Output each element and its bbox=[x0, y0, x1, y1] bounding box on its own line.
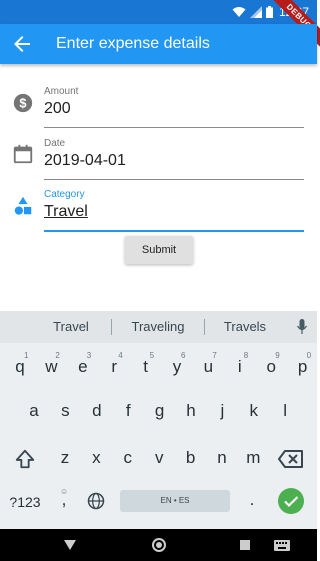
key-hint-e: 3 bbox=[86, 351, 92, 360]
key-hint-p: 0 bbox=[306, 351, 312, 360]
key-hint-u: 7 bbox=[212, 351, 217, 360]
key-j[interactable]: j bbox=[210, 399, 234, 423]
key-v[interactable]: v bbox=[147, 446, 171, 470]
suggestion-strip: Travel Traveling Travels bbox=[0, 311, 317, 343]
key-hint-y: 6 bbox=[181, 351, 186, 360]
app-bar: Enter expense details bbox=[0, 24, 317, 64]
date-underline bbox=[44, 179, 304, 180]
navigation-bar bbox=[0, 529, 317, 561]
keyboard: Travel Traveling Travels ?123 , ☺ EN • E… bbox=[0, 311, 317, 529]
date-label: Date bbox=[44, 138, 66, 149]
key-hint-q: 1 bbox=[24, 351, 29, 360]
key-s[interactable]: s bbox=[53, 399, 77, 423]
category-field[interactable]: Travel bbox=[44, 203, 88, 221]
back-nav-icon[interactable] bbox=[64, 540, 76, 550]
suggestion-1[interactable]: Travel bbox=[36, 319, 106, 334]
backspace-key-icon[interactable] bbox=[278, 450, 304, 468]
key-d[interactable]: d bbox=[85, 399, 109, 423]
shift-key-icon[interactable] bbox=[14, 448, 36, 470]
dollar-icon: $ bbox=[13, 93, 33, 113]
amount-label: Amount bbox=[44, 86, 79, 97]
checkmark-icon bbox=[284, 496, 299, 508]
key-c[interactable]: c bbox=[116, 446, 140, 470]
key-hint-t: 5 bbox=[149, 351, 155, 360]
svg-text:$: $ bbox=[19, 96, 26, 111]
suggestion-3[interactable]: Travels bbox=[212, 319, 278, 334]
key-b[interactable]: b bbox=[179, 446, 203, 470]
recents-nav-icon[interactable] bbox=[240, 540, 250, 550]
key-x[interactable]: x bbox=[84, 446, 108, 470]
home-nav-icon[interactable] bbox=[151, 537, 167, 553]
key-h[interactable]: h bbox=[179, 399, 203, 423]
key-hint-w: 2 bbox=[55, 351, 60, 360]
battery-icon bbox=[265, 6, 273, 18]
amount-field[interactable]: 200 bbox=[44, 100, 71, 118]
key-m[interactable]: m bbox=[241, 446, 265, 470]
category-shapes-icon bbox=[14, 196, 32, 215]
key-hint-i: 8 bbox=[243, 351, 249, 360]
key-n[interactable]: n bbox=[210, 446, 234, 470]
date-field[interactable]: 2019-04-01 bbox=[44, 152, 126, 170]
enter-key[interactable] bbox=[278, 488, 304, 514]
suggestion-2[interactable]: Traveling bbox=[122, 319, 194, 334]
suggestion-divider bbox=[111, 319, 112, 335]
category-underline bbox=[44, 230, 304, 232]
suggestion-divider bbox=[204, 319, 205, 335]
emoji-hint-icon: ☺ bbox=[60, 487, 69, 496]
symbols-key[interactable]: ?123 bbox=[6, 490, 44, 514]
key-z[interactable]: z bbox=[53, 446, 77, 470]
submit-button[interactable]: Submit bbox=[125, 236, 193, 264]
signal-icon bbox=[249, 6, 262, 18]
key-g[interactable]: g bbox=[148, 399, 172, 423]
period-key[interactable]: . bbox=[244, 488, 260, 512]
calendar-icon bbox=[13, 144, 33, 164]
back-arrow-icon[interactable] bbox=[10, 32, 34, 56]
key-k[interactable]: k bbox=[242, 399, 266, 423]
category-label: Category bbox=[44, 189, 85, 200]
space-key[interactable]: EN • ES bbox=[120, 490, 230, 512]
key-f[interactable]: f bbox=[116, 399, 140, 423]
amount-underline bbox=[44, 127, 304, 128]
keyboard-switch-icon[interactable] bbox=[274, 540, 290, 551]
microphone-icon[interactable] bbox=[297, 319, 307, 335]
globe-icon[interactable] bbox=[86, 491, 106, 511]
status-bar: 12:37 DEBUG bbox=[0, 0, 320, 50]
key-hint-r: 4 bbox=[118, 351, 123, 360]
key-a[interactable]: a bbox=[22, 399, 46, 423]
wifi-icon bbox=[232, 7, 246, 17]
key-hint-o: 9 bbox=[275, 351, 280, 360]
key-l[interactable]: l bbox=[273, 399, 297, 423]
page-title: Enter expense details bbox=[56, 35, 210, 52]
